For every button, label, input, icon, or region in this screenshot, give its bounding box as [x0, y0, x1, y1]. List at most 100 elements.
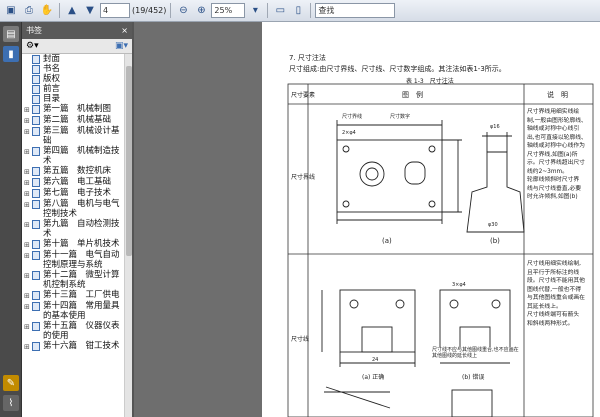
page-down-icon[interactable]: ▼: [82, 3, 98, 19]
document-area: 7. 尺寸注法 尺寸组成:由尺寸界线、尺寸线、尺寸数字组成。其注法如表1-3所示…: [136, 22, 600, 417]
callout-extension-line: 尺寸界线: [342, 114, 363, 120]
expand-icon[interactable]: ⊞: [24, 302, 32, 312]
bookmark-item[interactable]: ⊞ 第十五篇 仪器仪表的使用: [22, 321, 126, 341]
figure-label-wrong: (b) 错误: [462, 374, 485, 381]
expand-icon[interactable]: ⊞: [24, 178, 32, 188]
description-line: 尺寸界线用细实线绘: [527, 109, 580, 115]
toolbar: ▣ ⎙ ✋ ▲ ▼ 4 (19/452) ⊖ ⊕ 25% ▾ ▭ ▯ 查找: [0, 0, 600, 22]
attachment-icon[interactable]: ⌇: [3, 395, 19, 411]
scrollbar[interactable]: [124, 54, 132, 417]
bookmark-item[interactable]: ⊞ 第十六篇 钳工技术: [22, 341, 126, 352]
page-number-input[interactable]: 4: [100, 3, 130, 18]
expand-icon[interactable]: ⊞: [24, 271, 32, 281]
bookmark-label: 第三篇 机械设计基础: [43, 126, 120, 146]
callout-hole-spec-2: 3×φ4: [452, 282, 466, 288]
bookmark-icon: [32, 322, 40, 331]
close-icon[interactable]: ×: [121, 26, 128, 35]
bookmarks-icon[interactable]: ▮: [3, 46, 19, 62]
expand-icon[interactable]: ⊞: [24, 251, 32, 261]
bookmark-label: 版权: [43, 74, 61, 84]
bookmark-icon: [32, 55, 40, 64]
bookmark-item[interactable]: ⊞ 第一篇 机械制图: [22, 104, 126, 115]
bookmark-label: 封面: [43, 54, 61, 64]
bookmark-icon: [32, 251, 40, 260]
expand-icon[interactable]: ⊞: [24, 322, 32, 332]
description-line: 线与尺寸线垂直,必要: [527, 185, 582, 192]
extension-line-description: 尺寸界线用细实线绘 制,一般由图形轮廓线、 轴线或对称中心线引 出,也可直接以轮廓线、…: [527, 108, 597, 202]
bookmark-item[interactable]: ⊞ 第七篇 电子技术: [22, 188, 126, 199]
expand-icon[interactable]: ⊞: [24, 200, 32, 210]
bookmark-item[interactable]: ⊞ 第十三篇 工厂供电: [22, 290, 126, 301]
expand-icon[interactable]: ⊞: [24, 342, 32, 352]
bookmark-tree: 封面 书名 版权 前言 目录 ⊞ 第一篇 机械制图 ⊞ 第二篇 机械基础 ⊞ 第三篇 机械设计基础 ⊞…: [22, 54, 126, 417]
expand-icon[interactable]: ⊞: [24, 167, 32, 177]
hand-tool-icon[interactable]: ✋: [39, 3, 55, 19]
row-label-dimension-line: 尺寸线: [291, 336, 310, 343]
bookmark-item[interactable]: 书名: [22, 64, 126, 74]
bookmark-label: 前言: [43, 84, 61, 94]
bookmark-item[interactable]: ⊞ 第十四篇 常用量具的基本使用: [22, 301, 126, 321]
search-input[interactable]: 查找: [315, 3, 396, 18]
bookmark-icon: [32, 302, 40, 311]
bookmark-item[interactable]: ⊞ 第九篇 自动检测技术: [22, 219, 126, 239]
bookmark-item[interactable]: ⊞ 第四篇 机械制造技术: [22, 146, 126, 166]
description-line: 尺寸线终端可有箭头: [527, 312, 580, 318]
bookmark-icon: [32, 75, 40, 84]
separator: [59, 3, 60, 18]
fit-width-icon[interactable]: ▯: [290, 3, 306, 19]
bookmark-item[interactable]: ⊞ 第十二篇 微型计算机控制系统: [22, 270, 126, 290]
wrong-note: 尺寸线不应与其他图线重合,也不应画在其他图线的延长线上: [432, 347, 522, 359]
bookmark-item[interactable]: ⊞ 第十篇 单片机技术: [22, 239, 126, 250]
folder-icon[interactable]: ▣: [3, 3, 19, 19]
options-icon[interactable]: ⚙▾: [26, 41, 39, 51]
expand-icon[interactable]: ⊞: [24, 105, 32, 115]
bookmark-item[interactable]: 封面: [22, 54, 126, 64]
bookmark-item[interactable]: 前言: [22, 84, 126, 94]
expand-icon[interactable]: ⊞: [24, 147, 32, 157]
description-line: 线约2~3mm。: [527, 168, 568, 175]
comments-icon[interactable]: ✎: [3, 375, 19, 391]
expand-icon[interactable]: ⊞: [24, 291, 32, 301]
fit-page-icon[interactable]: ▭: [272, 3, 288, 19]
bookmark-item[interactable]: 版权: [22, 74, 126, 84]
scrollbar-thumb[interactable]: [126, 66, 132, 256]
bookmark-item[interactable]: ⊞ 第二篇 机械基础: [22, 115, 126, 126]
description-line: 制,一般由图形轮廓线、: [527, 117, 587, 124]
bookmark-icon: [32, 342, 40, 351]
description-line: 与其他图线重合或画在: [527, 295, 585, 301]
zoom-in-icon[interactable]: ⊕: [193, 3, 209, 19]
bookmark-label: 第十四篇 常用量具的基本使用: [43, 301, 120, 321]
bookmark-item[interactable]: ⊞ 第八篇 电机与电气控制技术: [22, 199, 126, 219]
description-line: 示。尺寸界线超出尺寸: [527, 160, 585, 166]
header-example: 图 例: [402, 91, 423, 99]
page-up-icon[interactable]: ▲: [64, 3, 80, 19]
bookmark-label: 第一篇 机械制图: [43, 104, 112, 114]
print-icon[interactable]: ⎙: [21, 3, 37, 19]
bookmark-item[interactable]: ⊞ 第六篇 电工基础: [22, 177, 126, 188]
zoom-input[interactable]: 25%: [211, 3, 246, 18]
bookmarks-panel: 书签 × ⚙▾ ▣▾ 封面 书名 版权 前言 目录 ⊞ 第一篇 机械制图 ⊞ 第二篇 机械基础 ⊞…: [22, 22, 134, 417]
expand-icon[interactable]: ⊞: [24, 127, 32, 137]
zoom-dropdown-icon[interactable]: ▾: [247, 3, 263, 19]
bookmark-label: 第十三篇 工厂供电: [43, 290, 120, 300]
dimension-line-description: 尺寸线用细实线绘制, 且平行于所标注的线 段。尺寸线不能用其他 图线代替,一般也不得与…: [527, 260, 597, 328]
figure-label-correct: (a) 正确: [362, 374, 385, 381]
description-line: 段。尺寸线不能用其他: [527, 278, 585, 284]
bookmark-label: 第十一篇 电气自动控制原理与系统: [43, 250, 120, 270]
bookmark-icon: [32, 85, 40, 94]
expand-icon[interactable]: ⊞: [24, 116, 32, 126]
description-line: 图线代替,一般也不得: [527, 286, 582, 293]
bookmark-item[interactable]: ⊞ 第十一篇 电气自动控制原理与系统: [22, 250, 126, 270]
expand-icon[interactable]: ⊞: [24, 189, 32, 199]
bookmark-item[interactable]: ⊞ 第三篇 机械设计基础: [22, 126, 126, 146]
expand-icon[interactable]: ⊞: [24, 240, 32, 250]
bookmark-item[interactable]: ⊞ 第五篇 数控机床: [22, 166, 126, 177]
expand-icon[interactable]: ⊞: [24, 220, 32, 230]
bookmark-item[interactable]: 目录: [22, 94, 126, 104]
bookmark-label: 书名: [43, 64, 61, 74]
callout-diameter-30: φ30: [488, 222, 498, 228]
pages-icon[interactable]: ▤: [3, 26, 19, 42]
zoom-out-icon[interactable]: ⊖: [175, 3, 191, 19]
bookmark-icon: [32, 116, 40, 125]
new-bookmark-icon[interactable]: ▣▾: [115, 41, 128, 51]
